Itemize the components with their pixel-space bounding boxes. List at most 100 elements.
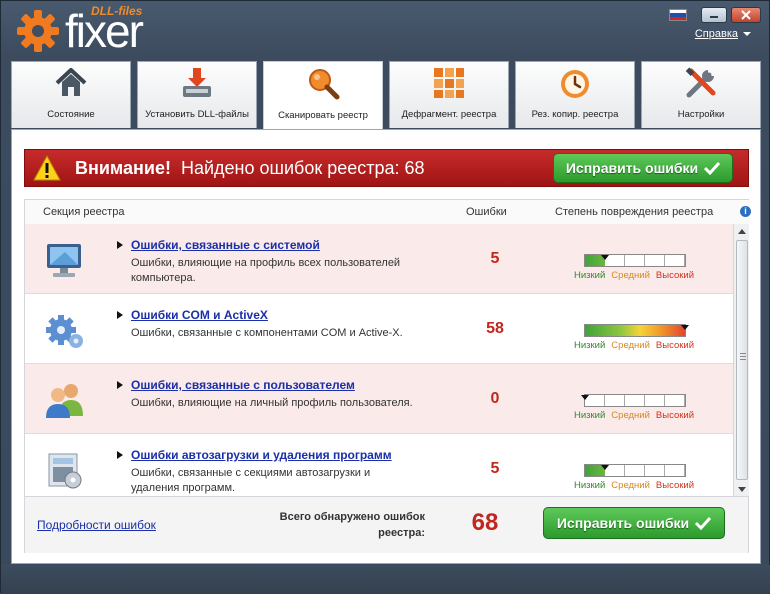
logo-wordmark: DLL-files fixer — [65, 4, 144, 56]
expand-arrow-icon[interactable] — [117, 311, 123, 319]
logo-dll-files: DLL-files — [91, 4, 143, 18]
severity-bar — [584, 254, 686, 267]
clock-icon — [561, 70, 589, 98]
alert-banner: Внимание! Найдено ошибок реестра: 68 Исп… — [24, 149, 749, 187]
house-icon — [55, 68, 87, 96]
error-count: 5 — [490, 460, 500, 477]
total-errors-label: Всего обнаружено ошибок реестра: — [279, 511, 425, 539]
severity-low-label: Низкий — [574, 410, 606, 421]
table-row: Ошибки автозагрузки и удаления программ … — [25, 434, 733, 496]
tab-scan-registry[interactable]: Сканировать реестр — [263, 61, 383, 129]
severity-bar — [584, 324, 689, 337]
row-title-link[interactable]: Ошибки, связанные с системой — [131, 238, 320, 252]
severity-mid-label: Средний — [611, 410, 650, 421]
minimize-icon — [710, 16, 718, 18]
severity-marker — [681, 325, 689, 330]
scrollbar-thumb[interactable] — [736, 240, 748, 480]
checkmark-icon — [695, 516, 712, 530]
button-label: Исправить ошибки — [556, 515, 690, 531]
language-flag-icon[interactable] — [669, 9, 687, 21]
total-errors-value: 68 — [471, 509, 499, 536]
tab-label: Состояние — [47, 109, 95, 120]
row-title-link[interactable]: Ошибки автозагрузки и удаления программ — [131, 448, 392, 462]
tab-label: Настройки — [677, 109, 725, 120]
alert-title: Внимание! — [75, 157, 171, 178]
tools-icon — [685, 67, 716, 98]
help-label: Справка — [694, 28, 738, 40]
severity-meter: Низкий Средний Высокий — [574, 458, 714, 498]
severity-high-label: Высокий — [655, 340, 694, 351]
severity-high-label: Высокий — [655, 480, 694, 491]
tab-install-dll[interactable]: Установить DLL-файлы — [137, 61, 257, 128]
blocks-icon — [434, 68, 464, 98]
tab-settings[interactable]: Настройки — [641, 61, 761, 128]
expand-arrow-icon[interactable] — [117, 451, 123, 459]
scroll-down-button[interactable] — [734, 482, 750, 496]
monitor-icon — [47, 244, 81, 277]
warning-icon — [33, 155, 61, 181]
chevron-down-icon — [743, 32, 751, 37]
severity-meter: Низкий Средний Высокий — [574, 388, 714, 428]
expand-arrow-icon[interactable] — [117, 381, 123, 389]
severity-low-label: Низкий — [574, 270, 606, 281]
tab-label: Дефрагмент. реестра — [401, 109, 497, 120]
severity-mid-label: Средний — [611, 480, 650, 491]
window-controls — [669, 7, 761, 23]
severity-meter: Низкий Средний Высокий — [574, 248, 714, 288]
download-icon — [183, 68, 211, 97]
table-row: Ошибки COM и ActiveX Ошибки, связанные с… — [25, 294, 733, 364]
help-menu[interactable]: Справка — [695, 28, 751, 40]
close-button[interactable] — [731, 7, 761, 23]
col-errors-header: Ошибки — [466, 206, 507, 218]
info-icon[interactable]: i — [740, 206, 751, 217]
scroll-grip-icon — [740, 353, 746, 360]
tab-label: Рез. копир. реестра — [531, 109, 619, 120]
fix-errors-button-top[interactable]: Исправить ошибки — [553, 153, 733, 183]
table-header: Секция реестра Ошибки Степень повреждени… — [25, 200, 751, 224]
severity-meter: Низкий Средний Высокий — [574, 318, 714, 358]
severity-fill — [585, 325, 685, 336]
scroll-up-button[interactable] — [734, 224, 750, 238]
tab-label: Установить DLL-файлы — [145, 109, 249, 120]
fix-errors-button-bottom[interactable]: Исправить ошибки — [543, 507, 725, 539]
tab-defrag-registry[interactable]: Дефрагмент. реестра — [389, 61, 509, 128]
col-severity-header: Степень повреждения реестра — [555, 206, 714, 218]
error-count: 0 — [490, 390, 500, 407]
row-description: Ошибки, связанные с секциями автозагрузк… — [131, 467, 371, 494]
installer-icon — [48, 453, 82, 489]
close-icon — [741, 10, 751, 20]
chevron-down-icon — [738, 486, 746, 492]
status-bar — [1, 565, 770, 594]
main-tabs: Состояние Установить DLL-файлы Сканирова… — [11, 61, 761, 129]
expand-arrow-icon[interactable] — [117, 241, 123, 249]
severity-mid-label: Средний — [611, 270, 650, 281]
alert-text: Найдено ошибок реестра: 68 — [180, 157, 425, 178]
tab-status[interactable]: Состояние — [11, 61, 131, 128]
tab-backup-registry[interactable]: Рез. копир. реестра — [515, 61, 635, 128]
magnifier-icon — [309, 69, 340, 100]
severity-marker — [601, 255, 609, 260]
minimize-button[interactable] — [701, 7, 727, 23]
severity-labels: Низкий Средний Высокий — [574, 410, 714, 421]
row-title-link[interactable]: Ошибки COM и ActiveX — [131, 308, 268, 322]
app-window: DLL-files fixer Справка Состояние Устано… — [0, 0, 770, 594]
severity-low-label: Низкий — [574, 480, 606, 491]
vertical-scrollbar[interactable] — [733, 224, 749, 496]
gear-logo-icon — [17, 10, 59, 52]
table-rows: Ошибки, связанные с системой Ошибки, вли… — [25, 224, 733, 496]
severity-mid-label: Средний — [611, 340, 650, 351]
row-description: Ошибки, связанные с компонентами COM и A… — [131, 327, 403, 339]
severity-high-label: Высокий — [655, 410, 694, 421]
tab-label: Сканировать реестр — [278, 110, 368, 121]
error-details-link[interactable]: Подробности ошибок — [37, 518, 156, 532]
severity-marker — [601, 465, 609, 470]
button-label: Исправить ошибки — [565, 160, 699, 176]
severity-labels: Низкий Средний Высокий — [574, 270, 714, 281]
row-description: Ошибки, влияющие на личный профиль польз… — [131, 397, 413, 409]
severity-labels: Низкий Средний Высокий — [574, 340, 714, 351]
severity-labels: Низкий Средний Высокий — [574, 480, 714, 491]
table-row: Ошибки, связанные с пользователем Ошибки… — [25, 364, 733, 434]
severity-marker — [581, 395, 589, 400]
severity-low-label: Низкий — [574, 340, 606, 351]
row-title-link[interactable]: Ошибки, связанные с пользователем — [131, 378, 355, 392]
